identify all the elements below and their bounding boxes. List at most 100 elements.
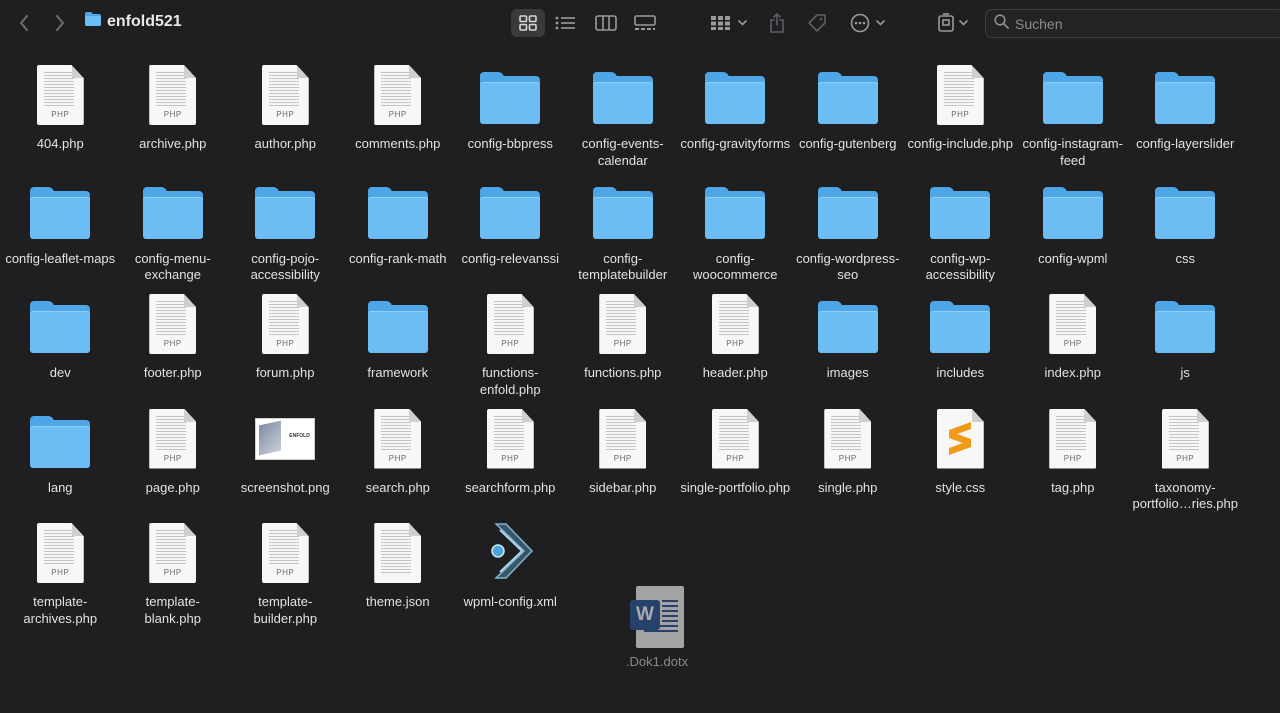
folder-icon (1155, 186, 1216, 239)
icon-view-icon[interactable] (511, 9, 545, 37)
folder-icon (480, 72, 541, 124)
more-icon[interactable] (849, 11, 889, 35)
php-file-icon: PHP (36, 65, 84, 125)
file-name: config-menu-exchange (134, 250, 211, 283)
file-item[interactable]: PHP tag.php (1017, 406, 1130, 521)
file-item[interactable]: images (792, 291, 905, 406)
file-item[interactable]: config-menu-exchange (117, 177, 230, 292)
file-item[interactable]: PHP functions.php (567, 291, 680, 406)
file-item[interactable]: PHP author.php (229, 62, 342, 177)
php-file-icon: PHP (149, 523, 197, 583)
file-name: config-templatebuilder (578, 250, 668, 283)
file-item[interactable]: PHP template-archives.php (4, 520, 117, 635)
dragging-file-item[interactable]: W .Dok1.dotx (614, 586, 700, 671)
folder-icon (1155, 72, 1216, 124)
file-item[interactable]: config-layerslider (1129, 62, 1242, 177)
file-item[interactable]: PHP search.php (342, 406, 455, 521)
gallery-view-icon[interactable] (632, 12, 658, 34)
file-item[interactable]: PHP header.php (679, 291, 792, 406)
file-item[interactable]: includes (904, 291, 1017, 406)
file-item[interactable]: config-relevanssi (454, 177, 567, 292)
group-icon[interactable] (709, 12, 749, 34)
file-item[interactable]: config-leaflet-maps (4, 177, 117, 292)
file-item[interactable]: PHP config-include.php (904, 62, 1017, 177)
file-item[interactable]: PHP template-builder.php (229, 520, 342, 635)
file-item[interactable]: PHP sidebar.php (567, 406, 680, 521)
column-view-icon[interactable] (594, 12, 618, 34)
folder-icon (30, 415, 91, 468)
file-item[interactable]: config-events-calendar (567, 62, 680, 177)
file-item[interactable]: config-gutenberg (792, 62, 905, 177)
file-item[interactable]: PHP footer.php (117, 291, 230, 406)
file-name: taxonomy-portfolio…ries.php (1132, 479, 1239, 512)
file-name: config-layerslider (1136, 136, 1235, 151)
file-name: config-relevanssi (461, 250, 560, 266)
window-title-text: enfold521 (107, 12, 182, 30)
file-item[interactable]: css (1129, 177, 1242, 292)
file-item[interactable]: config-bbpress (454, 62, 567, 177)
list-view-icon[interactable] (553, 12, 577, 34)
file-name: wpml-config.xml (463, 594, 557, 609)
file-name: config-leaflet-maps (5, 250, 116, 266)
file-name: config-events-calendar (581, 136, 664, 168)
file-item[interactable]: dev (4, 291, 117, 406)
file-name: config-wordpress-seo (796, 250, 900, 283)
file-item[interactable]: PHP taxonomy-portfolio…ries.php (1129, 406, 1242, 521)
file-item[interactable]: config-wp-accessibility (904, 177, 1017, 292)
file-item[interactable]: PHP comments.php (342, 62, 455, 177)
file-name: footer.php (143, 365, 202, 380)
file-name: searchform.php (465, 479, 556, 495)
file-name: js (1180, 365, 1190, 380)
share-icon[interactable] (766, 11, 788, 35)
file-item[interactable]: framework (342, 291, 455, 406)
file-item[interactable]: lang (4, 406, 117, 521)
chevron-right-icon[interactable] (50, 13, 70, 33)
folder-icon (1155, 301, 1216, 353)
chevron-left-icon[interactable] (14, 13, 34, 33)
file-item[interactable]: PHP page.php (117, 406, 230, 521)
file-name: archive.php (139, 136, 207, 151)
file-item[interactable]: PHP template-blank.php (117, 520, 230, 635)
file-item[interactable]: style.css (904, 406, 1017, 521)
delete-icon[interactable] (937, 11, 971, 35)
file-name: sidebar.php (589, 479, 657, 495)
file-name: config-gutenberg (798, 136, 897, 151)
search-field[interactable] (985, 9, 1280, 38)
folder-icon (817, 186, 878, 239)
file-item[interactable]: PHP single-portfolio.php (679, 406, 792, 521)
file-item[interactable]: js (1129, 291, 1242, 406)
file-item[interactable]: theme.json (342, 520, 455, 635)
file-name: images (826, 365, 869, 380)
search-input[interactable] (1015, 15, 1265, 32)
file-item[interactable]: PHP index.php (1017, 291, 1130, 406)
file-item[interactable]: config-woocommerce (679, 177, 792, 292)
file-name: template-blank.php (144, 594, 201, 626)
file-item[interactable]: wpml-config.xml (454, 520, 567, 635)
file-item[interactable]: PHP functions-enfold.php (454, 291, 567, 406)
file-item[interactable]: config-wordpress-seo (792, 177, 905, 292)
file-name: style.css (935, 479, 986, 495)
image-file-icon: ENFOLD (255, 417, 316, 460)
folder-icon (255, 186, 316, 239)
file-item[interactable]: config-pojo-accessibility (229, 177, 342, 292)
file-item[interactable]: PHP archive.php (117, 62, 230, 177)
file-item[interactable]: PHP 404.php (4, 62, 117, 177)
file-item[interactable]: config-rank-math (342, 177, 455, 292)
file-name: template-archives.php (23, 594, 98, 626)
file-item[interactable]: PHP searchform.php (454, 406, 567, 521)
file-item[interactable]: ENFOLD screenshot.png (229, 406, 342, 521)
file-item[interactable]: PHP single.php (792, 406, 905, 521)
php-file-icon: PHP (486, 294, 534, 354)
tag-icon[interactable] (805, 11, 829, 35)
file-item[interactable]: config-templatebuilder (567, 177, 680, 292)
file-item[interactable]: config-gravityforms (679, 62, 792, 177)
folder-icon (930, 186, 991, 239)
file-item[interactable]: config-wpml (1017, 177, 1130, 292)
php-file-icon: PHP (374, 65, 422, 125)
file-item[interactable]: config-instagram-feed (1017, 62, 1130, 177)
php-file-icon: PHP (261, 294, 309, 354)
file-item[interactable]: PHP forum.php (229, 291, 342, 406)
file-name: 404.php (36, 136, 84, 151)
php-file-icon: PHP (936, 65, 984, 125)
file-name: index.php (1044, 365, 1101, 380)
